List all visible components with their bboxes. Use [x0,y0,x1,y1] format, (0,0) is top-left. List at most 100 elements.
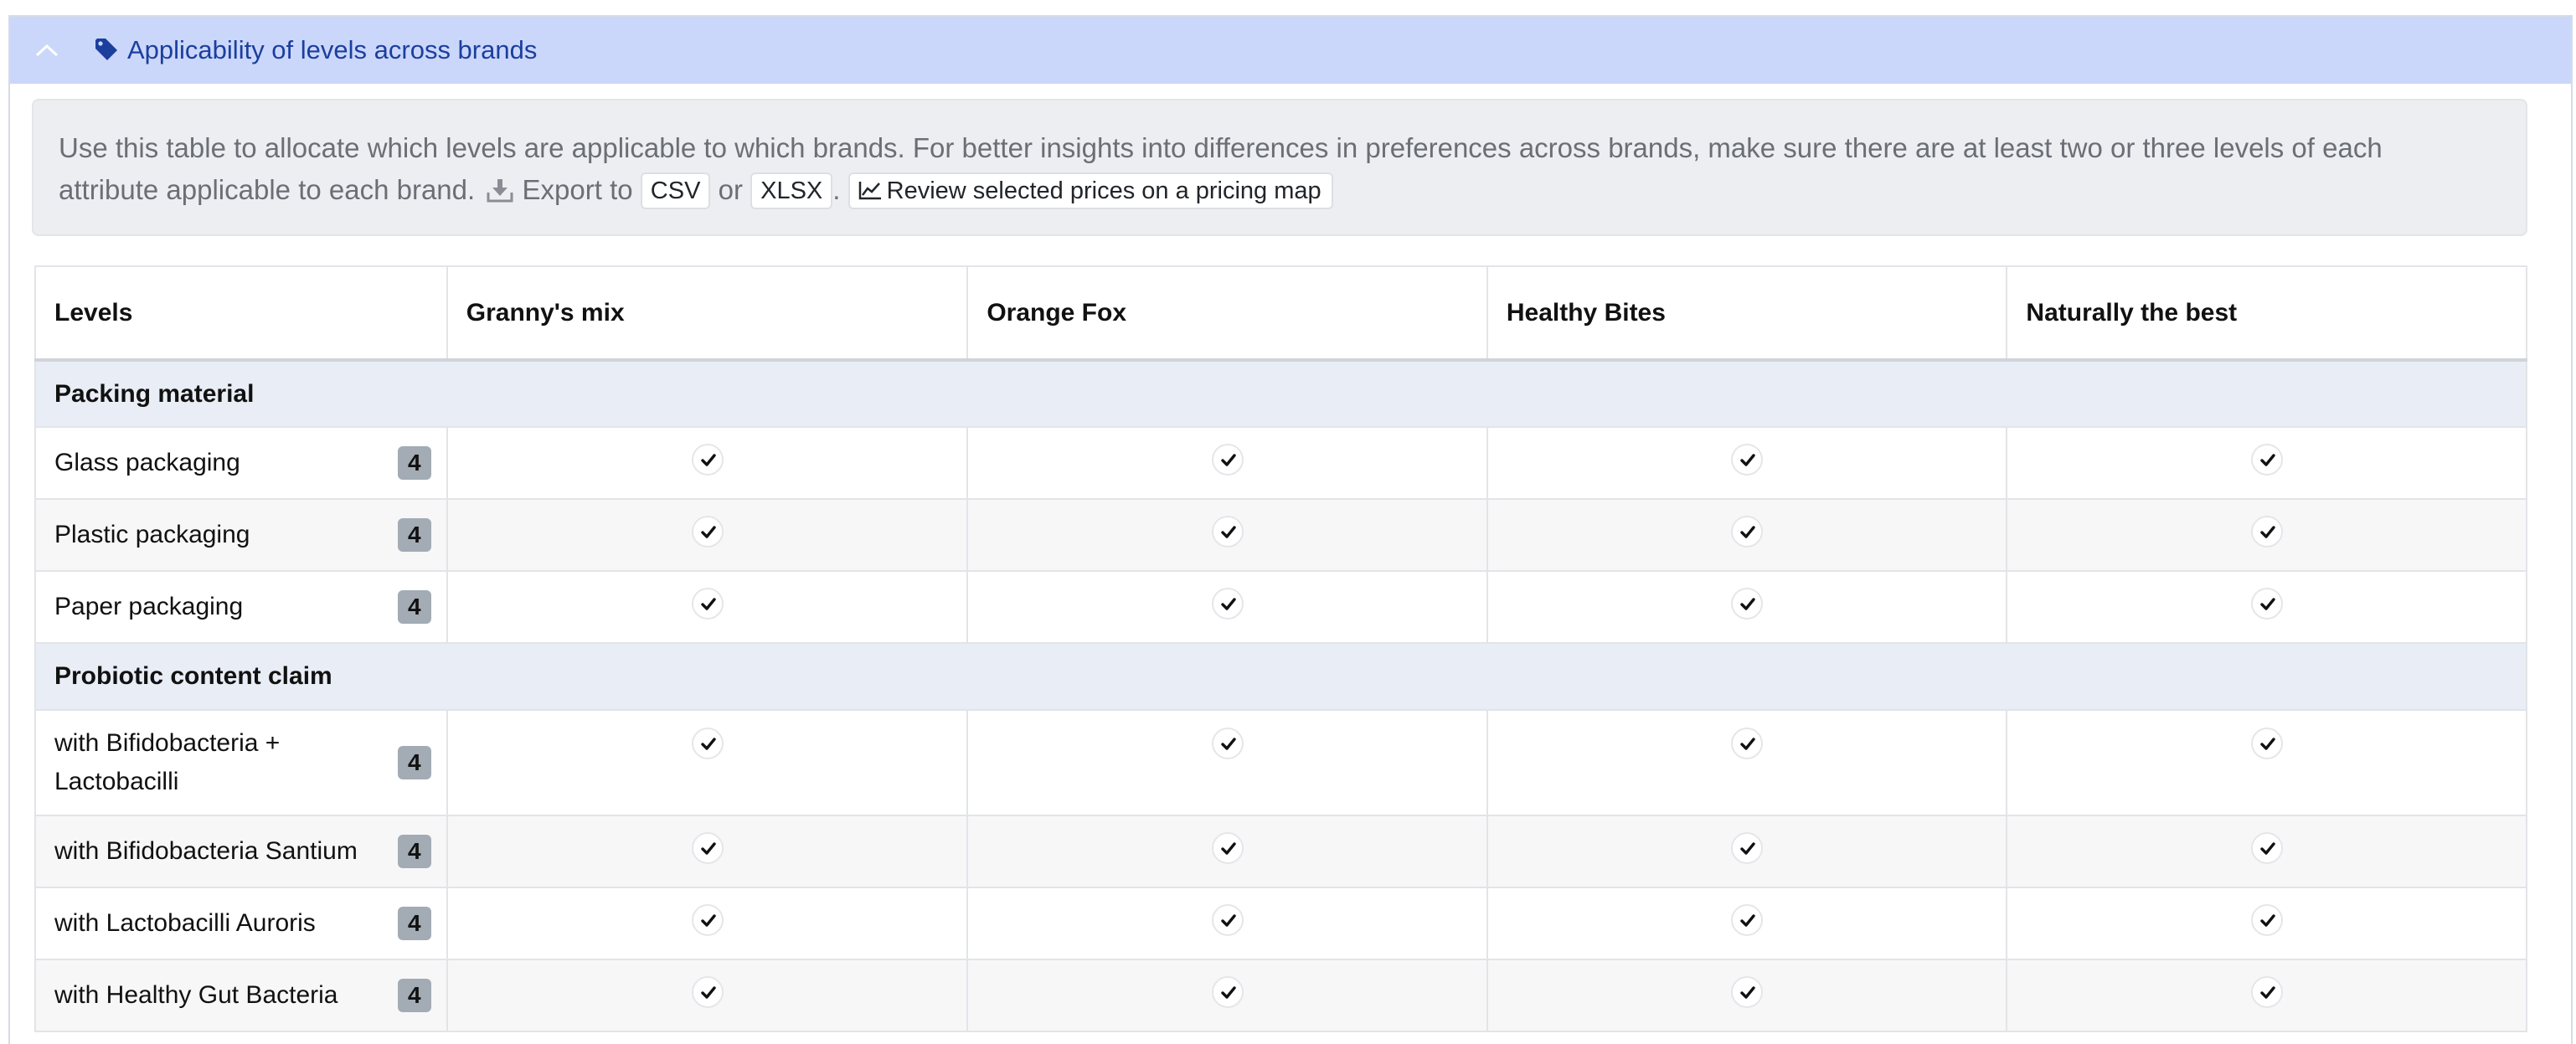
header-brand-healthy-bites: Healthy Bites [1486,265,2008,362]
applicability-checkbox[interactable] [1731,832,1764,864]
export-csv-button[interactable]: CSV [640,172,711,209]
applicability-cell [2006,959,2527,1032]
level-cell: Glass packaging 4 [34,426,448,500]
applicability-cell [966,709,1488,816]
applicability-cell [2006,887,2527,960]
applicability-checkbox[interactable] [2250,904,2283,936]
brand-count-badge: 4 [397,835,431,868]
export-xlsx-button[interactable]: XLSX [750,172,833,209]
applicability-checkbox[interactable] [1211,728,1244,759]
applicability-checkbox[interactable] [1211,832,1244,864]
levels-table: Levels Granny's mix Orange Fox Healthy B… [34,265,2527,1032]
info-text-line-2-prefix: attribute applicable to each brand. [59,174,476,205]
level-row: Plastic packaging 4 [34,498,2527,572]
applicability-checkbox[interactable] [1731,516,1764,548]
export-label: Export to [522,174,633,205]
brand-count-badge: 4 [397,907,431,940]
applicability-cell [1486,426,2008,500]
applicability-checkbox[interactable] [1211,444,1244,476]
brand-count-badge: 4 [397,746,431,779]
table-header-row: Levels Granny's mix Orange Fox Healthy B… [34,265,2527,362]
applicability-checkbox[interactable] [691,832,724,864]
brand-count-badge: 4 [397,590,431,624]
applicability-cell [2006,815,2527,888]
brand-count-badge: 4 [397,979,431,1012]
brand-count-badge: 4 [397,518,431,552]
level-label: with Healthy Gut Bacteria [54,981,338,1009]
applicability-checkbox[interactable] [691,728,724,759]
applicability-checkbox[interactable] [2250,976,2283,1008]
level-cell: Plastic packaging 4 [34,498,448,572]
applicability-checkbox[interactable] [1731,976,1764,1008]
applicability-checkbox[interactable] [2250,516,2283,548]
attribute-group-row: Probiotic content claim [34,642,2527,711]
level-label: with Bifidobacteria + Lactobacilli [54,729,281,795]
applicability-cell [1486,709,2008,816]
panel-header[interactable]: Applicability of levels across brands [10,17,2571,84]
line-chart-icon [858,176,882,200]
applicability-checkbox[interactable] [2250,588,2283,620]
applicability-checkbox[interactable] [1211,904,1244,936]
applicability-cell [966,815,1488,888]
tag-icon [94,37,121,64]
applicability-checkbox[interactable] [1731,444,1764,476]
applicability-checkbox[interactable] [2250,444,2283,476]
pricing-map-label: Review selected prices on a pricing map [886,177,1321,204]
panel-title: Applicability of levels across brands [127,35,538,64]
applicability-checkbox[interactable] [691,976,724,1008]
applicability-checkbox[interactable] [691,588,724,620]
level-label: Glass packaging [54,449,240,476]
applicability-checkbox[interactable] [1731,588,1764,620]
pricing-map-button[interactable]: Review selected prices on a pricing map [848,172,1333,209]
applicability-checkbox[interactable] [1731,904,1764,936]
applicability-checkbox[interactable] [691,904,724,936]
applicability-cell [446,815,969,888]
level-row: with Lactobacilli Auroris 4 [34,887,2527,960]
level-row: Paper packaging 4 [34,570,2527,644]
applicability-checkbox[interactable] [2250,728,2283,759]
level-label: with Lactobacilli Auroris [54,909,316,937]
applicability-cell [446,887,969,960]
level-row: Glass packaging 4 [34,426,2527,500]
applicability-cell [446,959,969,1032]
applicability-checkbox[interactable] [1211,976,1244,1008]
applicability-checkbox[interactable] [1731,728,1764,759]
applicability-checkbox[interactable] [2250,832,2283,864]
attribute-group-name: Packing material [34,359,2527,428]
level-row: with Healthy Gut Bacteria 4 [34,959,2527,1032]
applicability-cell [1486,959,2008,1032]
applicability-cell [446,426,969,500]
applicability-cell [1486,498,2008,572]
applicability-cell [446,498,969,572]
applicability-cell [966,570,1488,644]
attribute-group-row: Packing material [34,359,2527,428]
applicability-cell [446,709,969,816]
level-label: Paper packaging [54,593,244,620]
level-label: with Bifidobacteria Santium [54,837,358,865]
brand-count-badge: 4 [397,446,431,480]
attribute-group-name: Probiotic content claim [34,642,2527,711]
period-label: . [832,174,841,205]
applicability-checkbox[interactable] [691,444,724,476]
applicability-checkbox[interactable] [691,516,724,548]
level-cell: with Lactobacilli Auroris 4 [34,887,448,960]
applicability-cell [2006,709,2527,816]
applicability-cell [966,498,1488,572]
level-cell: with Bifidobacteria + Lactobacilli 4 [34,709,448,816]
applicability-cell [1486,570,2008,644]
level-label: Plastic packaging [54,521,250,548]
applicability-cell [2006,570,2527,644]
applicability-cell [966,426,1488,500]
level-row: with Bifidobacteria + Lactobacilli 4 [34,709,2527,816]
level-row: with Bifidobacteria Santium 4 [34,815,2527,888]
applicability-cell [966,887,1488,960]
applicability-cell [1486,815,2008,888]
applicability-cell [1486,887,2008,960]
level-cell: with Bifidobacteria Santium 4 [34,815,448,888]
info-text-line-1: Use this table to allocate which levels … [59,132,2383,163]
chevron-up-icon[interactable] [30,33,64,67]
applicability-cell [2006,498,2527,572]
header-brand-orange-fox: Orange Fox [966,265,1488,362]
applicability-checkbox[interactable] [1211,588,1244,620]
applicability-checkbox[interactable] [1211,516,1244,548]
